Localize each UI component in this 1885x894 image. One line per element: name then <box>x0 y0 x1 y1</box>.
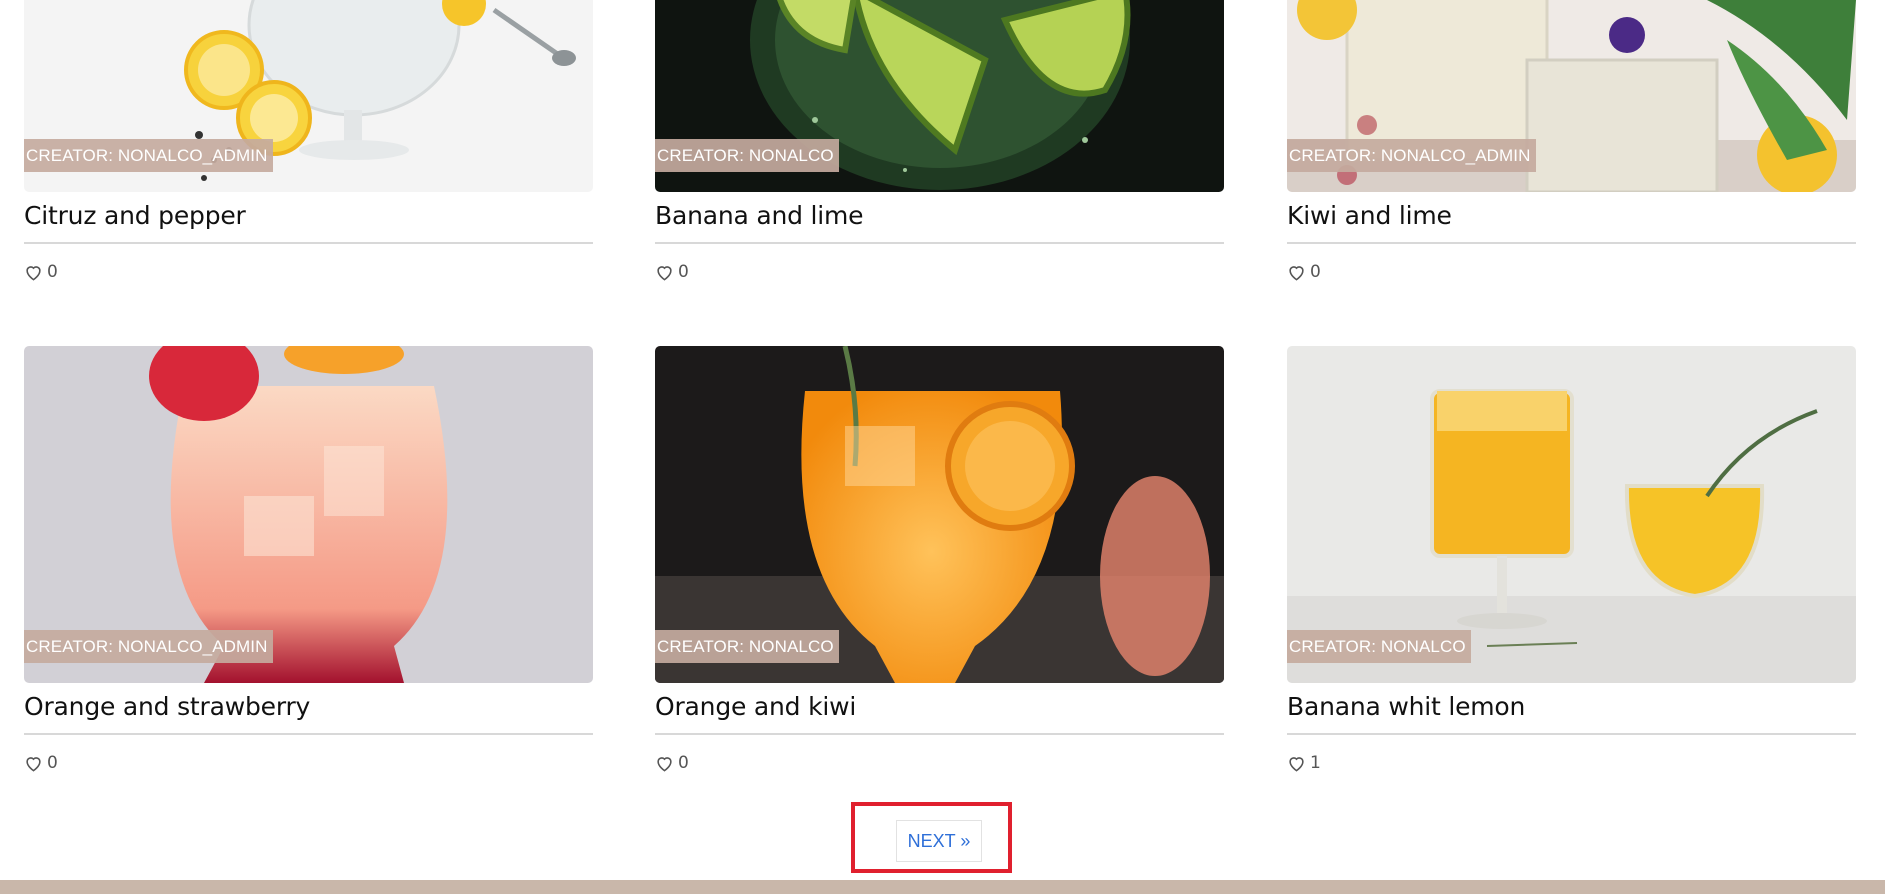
recipe-title[interactable]: Banana whit lemon <box>1287 689 1856 725</box>
heart-outline-icon[interactable] <box>24 263 43 282</box>
like-count: 0 <box>678 262 689 282</box>
creator-badge: CREATOR: NONALCO_ADMIN <box>24 630 273 663</box>
creator-badge: CREATOR: NONALCO <box>655 630 839 663</box>
creator-badge: CREATOR: NONALCO <box>655 139 839 172</box>
next-page-button[interactable]: NEXT » <box>896 820 982 862</box>
recipe-card[interactable]: CREATOR: NONALCO Orange and kiwi 0 <box>655 346 1224 774</box>
heart-outline-icon[interactable] <box>655 754 674 773</box>
like-button[interactable]: 0 <box>24 261 593 283</box>
recipe-title[interactable]: Kiwi and lime <box>1287 198 1856 234</box>
footer <box>0 880 1885 894</box>
heart-outline-icon[interactable] <box>1287 263 1306 282</box>
creator-badge: CREATOR: NONALCO_ADMIN <box>24 139 273 172</box>
recipe-title[interactable]: Banana and lime <box>655 198 1224 234</box>
like-count: 0 <box>47 262 58 282</box>
recipe-title[interactable]: Citruz and pepper <box>24 198 593 234</box>
like-button[interactable]: 0 <box>655 752 1224 774</box>
recipe-photo[interactable]: CREATOR: NONALCO <box>1287 346 1856 683</box>
divider <box>655 242 1224 244</box>
like-count: 0 <box>1310 262 1321 282</box>
recipe-photo[interactable]: CREATOR: NONALCO_ADMIN <box>24 346 593 683</box>
like-button[interactable]: 0 <box>24 752 593 774</box>
recipe-card[interactable]: CREATOR: NONALCO_ADMIN Citruz and pepper… <box>24 0 593 283</box>
creator-badge: CREATOR: NONALCO <box>1287 630 1471 663</box>
recipe-photo[interactable]: CREATOR: NONALCO_ADMIN <box>24 0 593 192</box>
recipe-photo[interactable]: CREATOR: NONALCO <box>655 346 1224 683</box>
recipe-card[interactable]: CREATOR: NONALCO_ADMIN Orange and strawb… <box>24 346 593 774</box>
like-button[interactable]: 1 <box>1287 752 1856 774</box>
recipe-card[interactable]: CREATOR: NONALCO Banana whit lemon 1 <box>1287 346 1856 774</box>
divider <box>655 733 1224 735</box>
divider <box>1287 733 1856 735</box>
like-count: 0 <box>47 753 58 773</box>
heart-outline-icon[interactable] <box>24 754 43 773</box>
recipe-card[interactable]: CREATOR: NONALCO Banana and lime 0 <box>655 0 1224 283</box>
recipe-card[interactable]: CREATOR: NONALCO_ADMIN Kiwi and lime 0 <box>1287 0 1856 283</box>
recipe-title[interactable]: Orange and strawberry <box>24 689 593 725</box>
divider <box>24 733 593 735</box>
creator-badge: CREATOR: NONALCO_ADMIN <box>1287 139 1536 172</box>
heart-outline-icon[interactable] <box>655 263 674 282</box>
recipe-title[interactable]: Orange and kiwi <box>655 689 1224 725</box>
divider <box>24 242 593 244</box>
like-count: 1 <box>1310 753 1321 773</box>
like-button[interactable]: 0 <box>1287 261 1856 283</box>
divider <box>1287 242 1856 244</box>
like-button[interactable]: 0 <box>655 261 1224 283</box>
recipe-photo[interactable]: CREATOR: NONALCO_ADMIN <box>1287 0 1856 192</box>
recipe-photo[interactable]: CREATOR: NONALCO <box>655 0 1224 192</box>
like-count: 0 <box>678 753 689 773</box>
heart-outline-icon[interactable] <box>1287 754 1306 773</box>
